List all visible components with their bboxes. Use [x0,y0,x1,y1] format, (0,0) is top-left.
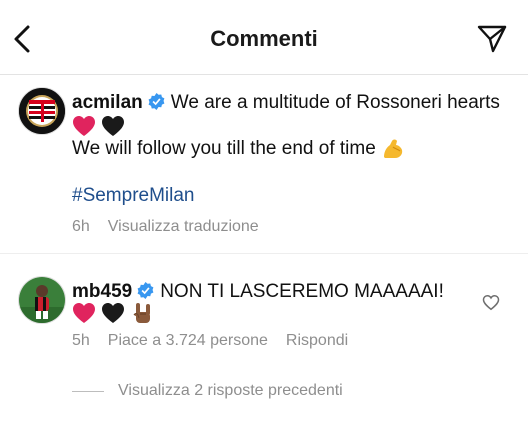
page-title: Commenti [210,26,318,51]
post-caption-line1: acmilan We are a multitude of Rossoneri h… [72,91,500,115]
avatar-mb459[interactable] [18,276,66,324]
post-hashtag-line: #SempreMilan [72,184,195,208]
post-caption-line2: We will follow you till the end of time [72,137,405,161]
likes-count-link[interactable]: Piace a 3.724 persone [108,332,268,349]
comment-meta: 5h Piace a 3.724 persone Rispondi [72,332,366,350]
verified-icon [148,93,165,110]
comment-emoji-line [72,301,155,327]
heart-outline-icon[interactable] [482,294,500,311]
post-caption-text1: We are a multitude of Rossoneri hearts [170,92,500,113]
reply-button[interactable]: Rispondi [286,332,348,349]
black-heart-emoji [102,303,125,323]
view-replies-label: Visualizza 2 risposte precedenti [118,382,343,399]
rock-on-hand-emoji [133,303,150,323]
hashtag-link[interactable]: #SempreMilan [72,185,195,206]
header-bar: Commenti [0,0,528,75]
post-caption-text2: We will follow you till the end of time [72,138,376,160]
acmilan-logo-icon [19,88,65,134]
post-meta: 6h Visualizza traduzione [72,218,277,236]
divider [0,253,528,254]
translate-link[interactable]: Visualizza traduzione [108,218,259,235]
comment-time: 5h [72,332,90,349]
view-replies-button[interactable]: Visualizza 2 risposte precedenti [72,379,343,403]
replies-dash [72,390,104,392]
black-heart-emoji [102,115,125,136]
send-icon[interactable] [476,22,508,54]
mb459-avatar-photo [19,277,65,323]
avatar-acmilan[interactable] [18,87,66,135]
red-heart-emoji [73,303,95,323]
post-time: 6h [72,218,90,235]
red-heart-emoji [73,115,95,136]
post-username[interactable]: acmilan [72,92,143,113]
comment-text: NON TI LASCEREMO MAAAAAI! [160,281,444,302]
comment-username[interactable]: mb459 [72,281,132,302]
flexed-biceps-emoji [384,139,403,158]
verified-icon [137,282,154,299]
post-emoji-line [72,114,125,138]
